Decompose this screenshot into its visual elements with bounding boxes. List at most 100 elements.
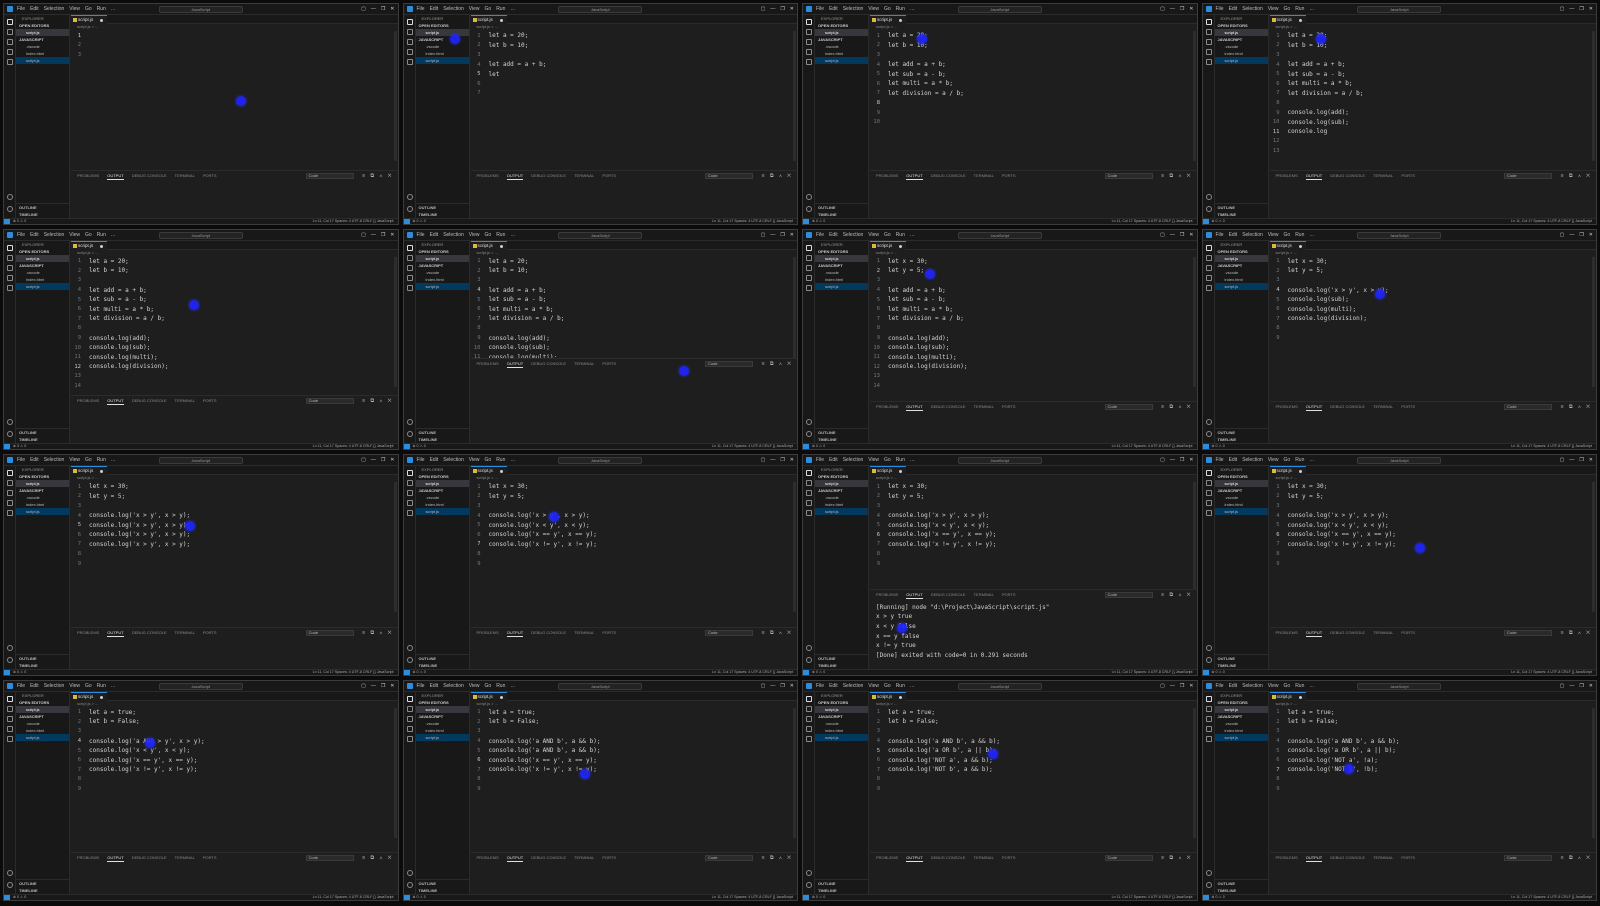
- code-line[interactable]: 8: [71, 549, 393, 559]
- menu-item[interactable]: …: [1309, 682, 1314, 690]
- menu-item[interactable]: File: [1216, 231, 1224, 239]
- gear-icon[interactable]: [7, 656, 13, 663]
- timeline-section[interactable]: TIMELINE: [1215, 662, 1268, 669]
- breadcrumb[interactable]: script.js > ...: [71, 701, 398, 707]
- panel-tab-debug-console[interactable]: DEBUG CONSOLE: [132, 398, 167, 405]
- code-line[interactable]: 5 let sub = a - b;: [1270, 69, 1592, 79]
- menu-item[interactable]: View: [1268, 682, 1279, 690]
- file-item[interactable]: index.html: [416, 50, 469, 57]
- panel-tab-output[interactable]: OUTPUT: [906, 173, 923, 180]
- panel-tab-output[interactable]: OUTPUT: [506, 173, 524, 180]
- panel-controls[interactable]: ≡ ⧉ ∧ ✕: [1161, 404, 1192, 410]
- panel-tab-problems[interactable]: PROBLEMS: [876, 173, 898, 180]
- menu-item[interactable]: Run: [496, 682, 505, 690]
- menu-item[interactable]: View: [1268, 5, 1279, 13]
- source-control-icon[interactable]: [406, 490, 413, 496]
- maximize-icon[interactable]: ❐: [1579, 5, 1583, 13]
- source-control-icon[interactable]: [406, 715, 413, 722]
- close-icon[interactable]: ✕: [1189, 456, 1193, 464]
- code-line[interactable]: 4 console.log('a AND b', a && b);: [471, 736, 793, 746]
- code-line[interactable]: 7: [471, 89, 793, 99]
- code-line[interactable]: 5 let sub = a - b;: [870, 295, 1192, 305]
- code-line[interactable]: 10 console.log(sub);: [71, 343, 393, 353]
- panel-tab-output[interactable]: OUTPUT: [107, 173, 124, 180]
- outline-section[interactable]: OUTLINE: [416, 655, 469, 662]
- panel-tab-output[interactable]: OUTPUT: [107, 630, 124, 637]
- code-line[interactable]: 7 console.log('NOT b', !b);: [1270, 765, 1592, 775]
- remote-indicator-icon[interactable]: [803, 218, 809, 224]
- remote-indicator-icon[interactable]: [4, 218, 10, 224]
- code-line[interactable]: 6 console.log('x == y', x == y);: [471, 530, 793, 540]
- menu-item[interactable]: Selection: [443, 5, 464, 13]
- code-line[interactable]: 4 let add = a + b;: [471, 285, 793, 295]
- code-line[interactable]: 10 console.log(sub);: [471, 343, 793, 353]
- panel-tab-debug-console[interactable]: DEBUG CONSOLE: [931, 404, 966, 411]
- maximize-icon[interactable]: ❐: [780, 5, 784, 13]
- extensions-icon[interactable]: [1205, 59, 1212, 65]
- file-item[interactable]: .vscode: [16, 720, 69, 727]
- remote-indicator-icon[interactable]: [403, 895, 410, 901]
- code-line[interactable]: 6 let multi = a * b;: [870, 79, 1192, 89]
- remote-indicator-icon[interactable]: [803, 895, 809, 901]
- code-line[interactable]: 6 console.log('NOT a', !a);: [1270, 755, 1592, 765]
- code-line[interactable]: 6 let multi = a * b;: [870, 304, 1192, 314]
- menu-item[interactable]: View: [469, 231, 480, 239]
- gear-icon[interactable]: [1205, 882, 1212, 888]
- code-line[interactable]: 7 console.log('x > y', x > y);: [71, 540, 393, 550]
- code-line[interactable]: 6 console.log('x == y', x == y);: [1270, 530, 1592, 540]
- project-folder[interactable]: JAVASCRIPT: [16, 262, 69, 269]
- problems-count[interactable]: ⊗ 0 ⚠ 0: [812, 444, 825, 449]
- project-folder[interactable]: JAVASCRIPT: [416, 262, 469, 269]
- unsaved-dot-icon[interactable]: [499, 19, 503, 22]
- remote-indicator-icon[interactable]: [403, 444, 410, 450]
- extensions-icon[interactable]: [406, 510, 413, 516]
- menu-item[interactable]: Run: [896, 682, 905, 690]
- code-line[interactable]: 3: [71, 276, 393, 286]
- menu-item[interactable]: View: [868, 231, 879, 239]
- timeline-section[interactable]: TIMELINE: [815, 662, 868, 669]
- menu-item[interactable]: File: [816, 5, 824, 13]
- gear-icon[interactable]: [806, 431, 812, 437]
- panel-controls[interactable]: ≡ ⧉ ∧ ✕: [362, 855, 393, 861]
- file-item[interactable]: script.js: [415, 508, 469, 515]
- command-center-search[interactable]: JavaScript: [957, 6, 1042, 13]
- code-line[interactable]: 5 console.log(sub);: [1270, 295, 1592, 305]
- code-line[interactable]: 1 let x = 30;: [1270, 257, 1592, 267]
- panel-tab-debug-console[interactable]: DEBUG CONSOLE: [531, 855, 566, 862]
- menu-item[interactable]: File: [417, 5, 425, 13]
- menu-item[interactable]: Run: [97, 5, 106, 13]
- run-debug-icon[interactable]: [806, 500, 812, 506]
- menu-item[interactable]: …: [910, 682, 915, 690]
- explorer-icon[interactable]: [406, 695, 413, 702]
- code-editor[interactable]: 1 let a = 20; 2 let b = 10; 3 4 let add = a + …: [71, 257, 393, 391]
- code-line[interactable]: 10: [870, 117, 1192, 127]
- maximize-icon[interactable]: ❐: [1180, 231, 1184, 239]
- output-channel-select[interactable]: Code: [305, 629, 354, 636]
- problems-count[interactable]: ⊗ 0 ⚠ 0: [812, 670, 825, 675]
- search-icon[interactable]: [7, 705, 13, 712]
- code-editor[interactable]: 1 2 3: [71, 31, 393, 60]
- outline-section[interactable]: OUTLINE: [815, 429, 868, 436]
- open-editors-section[interactable]: OPEN EDITORS: [16, 22, 69, 29]
- code-line[interactable]: 7 console.log('x != y', x != y);: [471, 540, 793, 550]
- extensions-icon[interactable]: [7, 284, 13, 291]
- account-icon[interactable]: [406, 419, 413, 425]
- breadcrumb[interactable]: script.js > ...: [1270, 701, 1597, 707]
- minimize-icon[interactable]: —: [1569, 231, 1574, 239]
- maximize-icon[interactable]: ❐: [780, 682, 784, 690]
- open-editors-section[interactable]: OPEN EDITORS: [815, 699, 868, 706]
- problems-count[interactable]: ⊗ 0 ⚠ 0: [1212, 670, 1225, 675]
- outline-section[interactable]: OUTLINE: [416, 204, 469, 211]
- menu-item[interactable]: View: [469, 5, 480, 13]
- explorer-icon[interactable]: [806, 470, 812, 476]
- command-center-search[interactable]: JavaScript: [1357, 231, 1442, 239]
- panel-tab-terminal[interactable]: TERMINAL: [974, 592, 994, 599]
- code-line[interactable]: 4 console.log('x > y', x > y);: [71, 511, 393, 521]
- menu-item[interactable]: …: [111, 5, 116, 13]
- file-item[interactable]: index.html: [815, 50, 868, 57]
- source-control-icon[interactable]: [806, 39, 812, 45]
- explorer-icon[interactable]: [406, 19, 413, 25]
- code-line[interactable]: 6 let multi = a * b;: [71, 304, 393, 314]
- output-channel-select[interactable]: Code: [1104, 855, 1153, 861]
- search-icon[interactable]: [1205, 705, 1212, 712]
